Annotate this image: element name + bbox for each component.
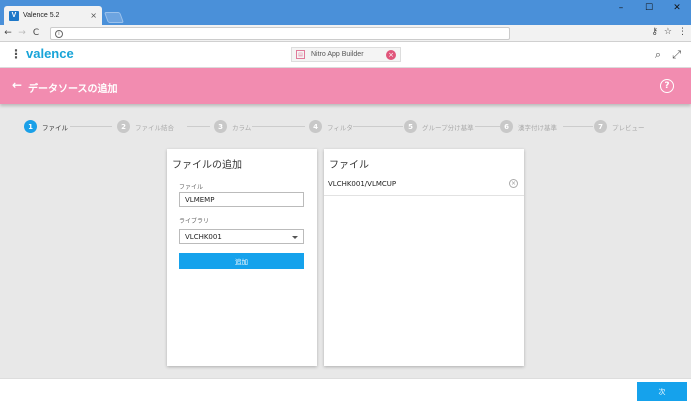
address-bar[interactable]: i xyxy=(50,27,510,40)
step-number: 7 xyxy=(594,120,607,133)
library-label: ライブラリ xyxy=(179,218,210,225)
step-number: 2 xyxy=(117,120,130,133)
key-icon[interactable]: ⚷ xyxy=(651,27,658,37)
step-label: カラム xyxy=(232,123,252,132)
valence-logo-icon: V xyxy=(9,10,19,21)
step-grouping[interactable]: 5 グループ分け基準 xyxy=(404,120,474,133)
star-icon[interactable]: ☆ xyxy=(664,27,672,37)
step-sorting[interactable]: 6 漢字付け基準 xyxy=(500,120,557,133)
step-label: グループ分け基準 xyxy=(422,123,474,132)
fullscreen-icon[interactable]: ⤢ xyxy=(672,48,681,62)
step-file[interactable]: 1 ファイル xyxy=(24,120,68,133)
page-header: ← データソースの追加 ? xyxy=(0,68,691,104)
list-item[interactable]: VLCHK001/VLMCUP × xyxy=(324,176,524,196)
back-arrow-icon[interactable]: ← xyxy=(2,28,14,38)
info-icon[interactable]: i xyxy=(55,30,63,38)
file-name: VLCHK001/VLMCUP xyxy=(328,180,397,188)
step-label: フィルタ xyxy=(327,123,353,132)
next-button[interactable]: 次 xyxy=(637,382,687,401)
files-card: ファイル VLCHK001/VLMCUP × xyxy=(324,149,524,366)
step-connector xyxy=(475,126,500,127)
new-tab-button[interactable] xyxy=(103,12,125,23)
browser-tab[interactable]: V Valence 5.2 × xyxy=(4,6,102,25)
browser-menu-icon[interactable]: ⋮ xyxy=(678,27,687,37)
maximize-icon[interactable]: ☐ xyxy=(635,0,663,16)
minimize-icon[interactable]: – xyxy=(607,0,635,16)
browser-titlebar: V Valence 5.2 × – ☐ ✕ xyxy=(0,0,691,25)
step-number: 3 xyxy=(214,120,227,133)
step-connector xyxy=(353,126,403,127)
step-connector xyxy=(70,126,112,127)
address-bar-actions: ⚷ ☆ ⋮ xyxy=(651,27,687,37)
browser-tab-title: Valence 5.2 xyxy=(23,12,60,19)
close-app-icon[interactable]: × xyxy=(386,49,396,60)
step-label: ファイル結合 xyxy=(135,123,174,132)
close-window-icon[interactable]: ✕ xyxy=(663,0,691,16)
add-button[interactable]: 追加 xyxy=(179,253,304,269)
chevron-down-icon xyxy=(292,236,298,239)
step-columns[interactable]: 3 カラム xyxy=(214,120,251,133)
step-connector xyxy=(252,126,305,127)
close-tab-icon[interactable]: × xyxy=(90,11,97,20)
browser-toolbar: ← → C i ⚷ ☆ ⋮ xyxy=(0,25,691,42)
library-select[interactable]: VLCHK001 xyxy=(179,229,304,244)
step-connector xyxy=(563,126,593,127)
step-number: 1 xyxy=(24,120,37,133)
step-label: プレビュー xyxy=(612,123,645,132)
brand-logo: valence xyxy=(26,46,74,61)
library-select-value: VLCHK001 xyxy=(185,233,222,241)
open-app-tab[interactable]: ▤ Nitro App Builder × xyxy=(291,47,401,62)
footer: 次 xyxy=(0,378,691,403)
window-controls: – ☐ ✕ xyxy=(607,0,691,16)
remove-file-icon[interactable]: × xyxy=(509,179,518,188)
app-menu-icon[interactable]: ⋮ xyxy=(10,47,22,61)
help-icon[interactable]: ? xyxy=(660,79,674,93)
step-label: 漢字付け基準 xyxy=(518,123,557,132)
reload-icon[interactable]: C xyxy=(30,28,42,38)
step-filter[interactable]: 4 フィルタ xyxy=(309,120,353,133)
step-number: 4 xyxy=(309,120,322,133)
app-builder-icon: ▤ xyxy=(296,50,305,59)
step-connector xyxy=(187,126,210,127)
open-app-tab-label: Nitro App Builder xyxy=(311,51,364,58)
app-header: ⋮ valence ▤ Nitro App Builder × ⌕ ⤢ xyxy=(0,42,691,68)
step-number: 5 xyxy=(404,120,417,133)
page-title: データソースの追加 xyxy=(28,84,118,95)
file-input[interactable]: VLMEMP xyxy=(179,192,304,207)
step-file-join[interactable]: 2 ファイル結合 xyxy=(117,120,174,133)
forward-arrow-icon[interactable]: → xyxy=(16,28,28,38)
step-preview[interactable]: 7 プレビュー xyxy=(594,120,645,133)
step-label: ファイル xyxy=(42,123,68,132)
add-file-title: ファイルの追加 xyxy=(172,160,242,171)
search-icon[interactable]: ⌕ xyxy=(655,48,661,62)
wizard-stepper: 1 ファイル 2 ファイル結合 3 カラム 4 フィルタ 5 グループ分け基準 … xyxy=(0,104,691,149)
back-icon[interactable]: ← xyxy=(12,78,22,92)
files-title: ファイル xyxy=(329,160,369,171)
file-label: ファイル xyxy=(179,184,204,191)
add-file-card: ファイルの追加 ファイル VLMEMP ライブラリ VLCHK001 追加 xyxy=(167,149,317,366)
step-number: 6 xyxy=(500,120,513,133)
